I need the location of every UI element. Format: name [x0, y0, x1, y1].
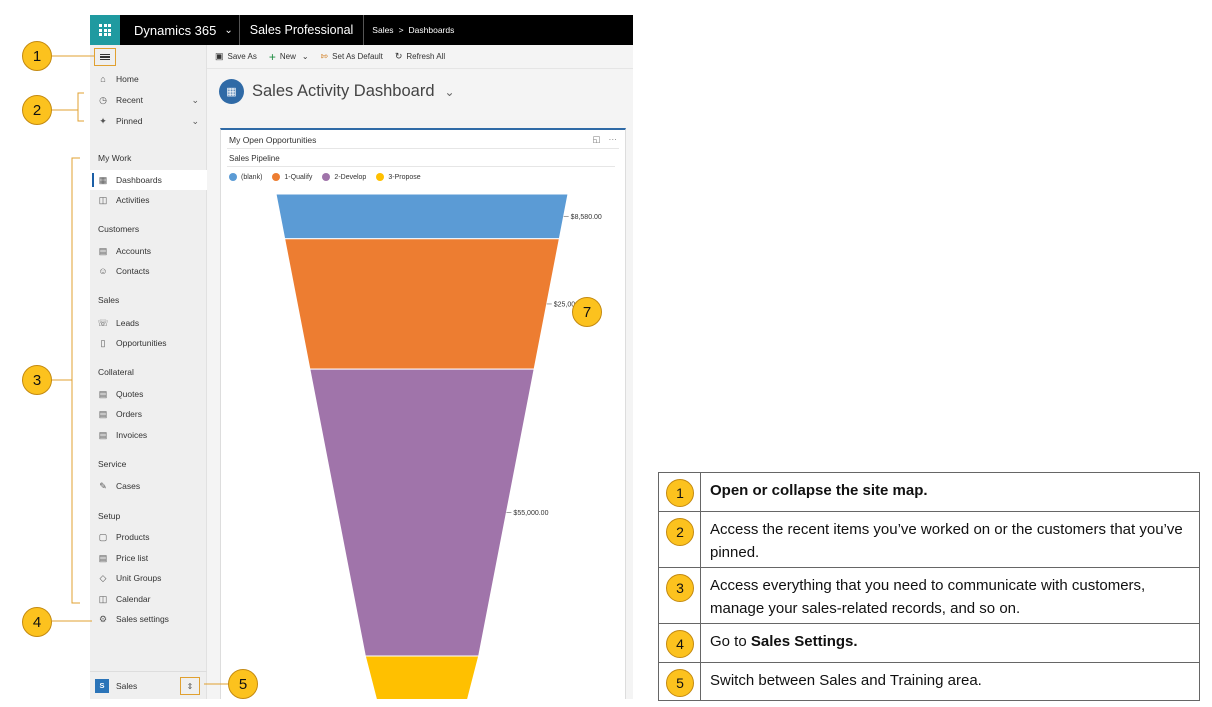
callout-badge-3: 3	[22, 365, 52, 395]
screenshot-stage: Dynamics 365 ⌄ Sales Professional Sales …	[0, 0, 1212, 707]
row-description: Access the recent items you’ve worked on…	[700, 511, 1200, 568]
callout-badge-2: 2	[22, 95, 52, 125]
table-row: 1 Open or collapse the site map.	[658, 472, 1200, 512]
table-row: 5 Switch between Sales and Training area…	[658, 662, 1200, 701]
callout-badge-4: 4	[22, 607, 52, 637]
row-badge: 5	[666, 669, 694, 697]
table-row: 2 Access the recent items you’ve worked …	[658, 511, 1200, 568]
row-badge: 1	[666, 479, 694, 507]
row-description: Go to Sales Settings.	[700, 623, 1200, 663]
row-description: Switch between Sales and Training area.	[700, 662, 1200, 701]
row-badge: 2	[666, 518, 694, 546]
row-badge: 3	[666, 574, 694, 602]
callout-badge-1: 1	[22, 41, 52, 71]
callout-legend-table: 1 Open or collapse the site map. 2 Acces…	[658, 472, 1200, 701]
table-row: 3 Access everything that you need to com…	[658, 567, 1200, 624]
row-description: Open or collapse the site map.	[700, 472, 1200, 512]
callout-badge-7: 7	[572, 297, 602, 327]
table-row: 4 Go to Sales Settings.	[658, 623, 1200, 663]
callout-badge-5: 5	[228, 669, 258, 699]
row-badge: 4	[666, 630, 694, 658]
row-description: Access everything that you need to commu…	[700, 567, 1200, 624]
